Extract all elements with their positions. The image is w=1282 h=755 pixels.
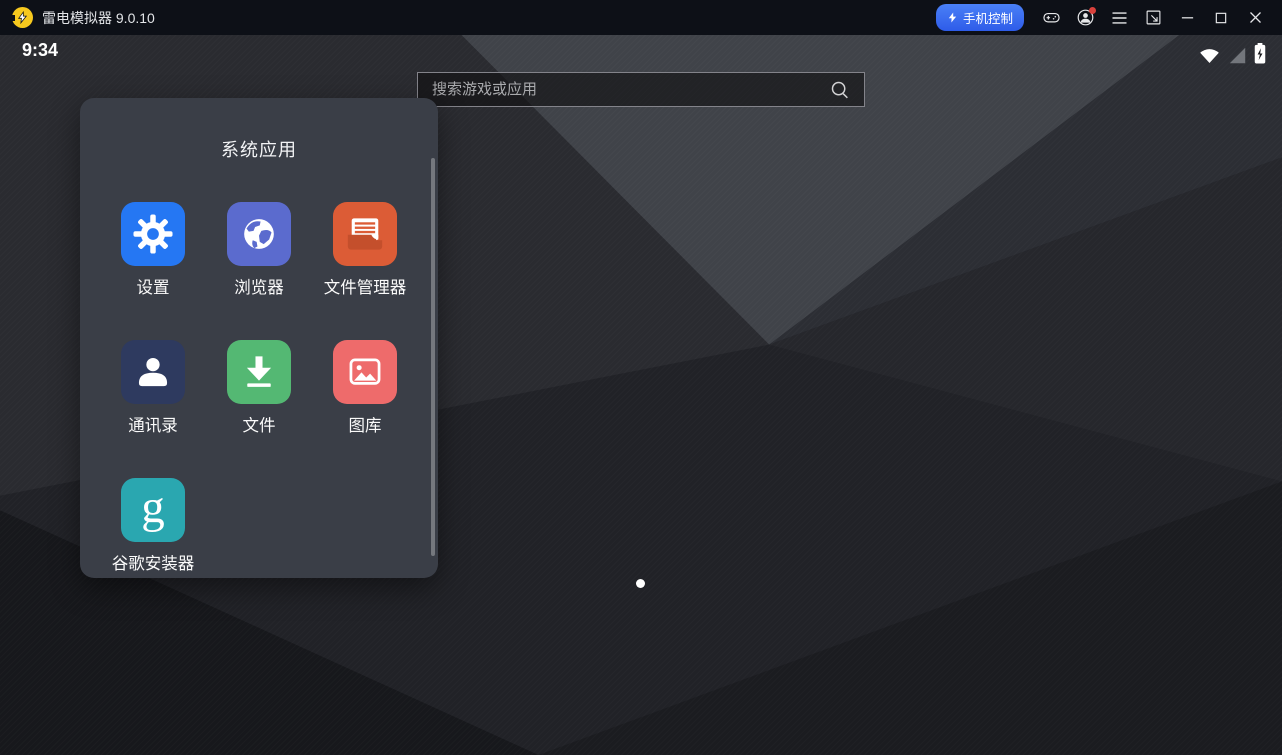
app-label: 谷歌安装器 <box>83 550 223 574</box>
app-file-manager[interactable]: 文件管理器 <box>333 202 397 298</box>
app-label: 图库 <box>295 412 435 436</box>
page-indicator-dot <box>636 579 645 588</box>
google-installer-g-icon: g <box>121 478 185 542</box>
menu-icon[interactable] <box>1102 0 1136 35</box>
search-bar[interactable] <box>417 72 865 107</box>
battery-charging-icon <box>1254 43 1266 69</box>
maximize-icon[interactable] <box>1204 0 1238 35</box>
app-files[interactable]: 文件 <box>227 340 291 436</box>
fullscreen-icon[interactable] <box>1136 0 1170 35</box>
app-google-installer[interactable]: g 谷歌安装器 <box>121 478 185 574</box>
app-contacts[interactable]: 通讯录 <box>121 340 185 436</box>
phone-control-button[interactable]: 手机控制 <box>936 4 1024 31</box>
lightning-icon <box>947 11 958 24</box>
minimize-icon[interactable] <box>1170 0 1204 35</box>
status-time: 9:34 <box>22 40 58 61</box>
account-icon[interactable] <box>1068 0 1102 35</box>
settings-gear-icon <box>121 202 185 266</box>
gamepad-icon[interactable] <box>1034 0 1068 35</box>
panel-scrollbar[interactable] <box>431 158 435 556</box>
phone-control-label: 手机控制 <box>963 8 1013 27</box>
app-settings[interactable]: 设置 <box>121 202 185 298</box>
app-gallery[interactable]: 图库 <box>333 340 397 436</box>
browser-globe-icon <box>227 202 291 266</box>
window-title: 雷电模拟器 9.0.10 <box>42 8 155 28</box>
file-manager-folder-icon <box>333 202 397 266</box>
wifi-icon <box>1198 45 1221 69</box>
files-download-icon <box>227 340 291 404</box>
signal-icon <box>1228 47 1247 69</box>
app-grid: 设置 浏览器 <box>121 202 397 574</box>
search-input[interactable] <box>418 81 829 98</box>
g-glyph: g <box>141 484 165 531</box>
contacts-person-icon <box>121 340 185 404</box>
panel-title: 系统应用 <box>80 136 438 162</box>
status-icons <box>1198 43 1266 69</box>
android-screen: 9:34 <box>0 35 1282 755</box>
gallery-image-icon <box>333 340 397 404</box>
app-browser[interactable]: 浏览器 <box>227 202 291 298</box>
notification-dot <box>1089 7 1096 14</box>
search-icon[interactable] <box>829 79 864 100</box>
close-icon[interactable] <box>1238 0 1272 35</box>
ldplayer-window: 雷电模拟器 9.0.10 手机控制 <box>0 0 1282 755</box>
system-apps-panel: 系统应用 <box>80 98 438 578</box>
app-label: 文件管理器 <box>295 274 435 298</box>
window-titlebar: 雷电模拟器 9.0.10 手机控制 <box>0 0 1282 35</box>
ldplayer-logo-icon <box>12 7 33 28</box>
